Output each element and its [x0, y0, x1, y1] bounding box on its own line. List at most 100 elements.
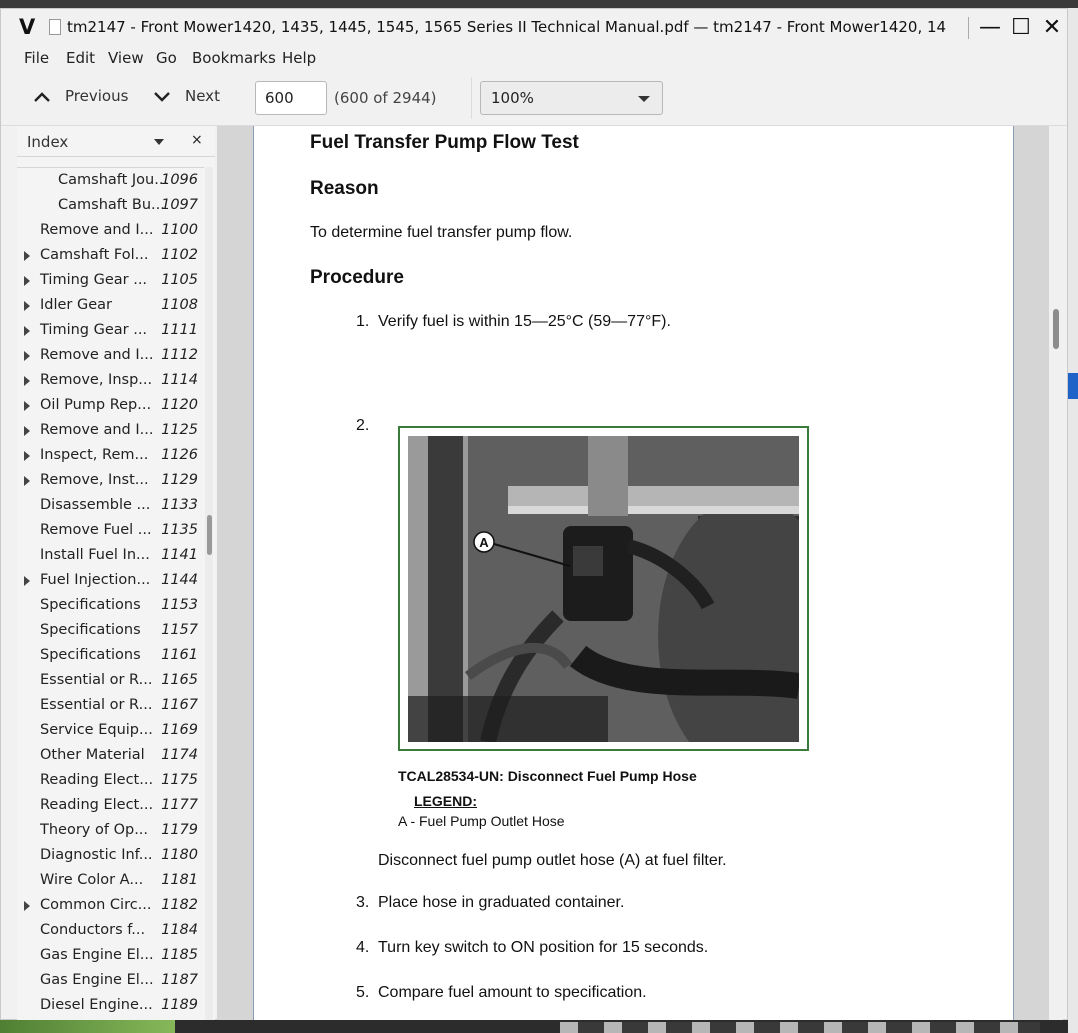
index-item-page: 1108 [161, 297, 198, 313]
fuel-pump-photo: A [408, 436, 799, 742]
index-list-item[interactable]: Fuel Injection... 1144 [17, 568, 204, 593]
index-item-page: 1169 [161, 722, 198, 738]
step-number: 4. [356, 939, 370, 956]
zoom-select[interactable]: 100% [480, 81, 663, 115]
menu-go[interactable]: Go [156, 49, 177, 67]
maximize-button[interactable]: ☐ [1006, 13, 1036, 43]
index-list-item[interactable]: Essential or R... 1165 [17, 668, 204, 693]
index-list-item[interactable]: Reading Elect... 1177 [17, 793, 204, 818]
index-item-page: 1129 [161, 472, 198, 488]
step-text: Compare fuel amount to specification. [378, 984, 647, 1001]
expand-triangle-icon[interactable] [24, 376, 30, 386]
legend-heading: LEGEND: [414, 793, 477, 809]
background-selection-highlight [1068, 373, 1078, 399]
index-list-item[interactable]: Timing Gear ... 1111 [17, 318, 204, 343]
expand-triangle-icon[interactable] [24, 301, 30, 311]
expand-triangle-icon[interactable] [24, 251, 30, 261]
index-list-item[interactable]: Camshaft Jou... 1096 [17, 168, 204, 193]
index-item-label: Timing Gear ... [40, 272, 148, 288]
figure-frame: A [398, 426, 809, 751]
reason-text: To determine fuel transfer pump flow. [310, 224, 573, 241]
index-item-page: 1177 [161, 797, 198, 813]
expand-triangle-icon[interactable] [24, 401, 30, 411]
index-item-page: 1144 [161, 572, 198, 588]
index-list: Camshaft Jou... 1096 Camshaft Bu... 1097 Rem… [17, 167, 204, 1021]
index-item-label: Inspect, Rem... [40, 447, 149, 463]
sidebar-scrollbar-thumb[interactable] [207, 515, 212, 555]
index-list-item[interactable]: Other Material 1174 [17, 743, 204, 768]
index-list-item[interactable]: Camshaft Fol... 1102 [17, 243, 204, 268]
index-list-item[interactable]: Timing Gear ... 1105 [17, 268, 204, 293]
page-count: (600 of 2944) [334, 89, 437, 107]
menu-bookmarks[interactable]: Bookmarks [192, 49, 276, 67]
index-list-item[interactable]: Inspect, Rem... 1126 [17, 443, 204, 468]
expand-triangle-icon[interactable] [24, 351, 30, 361]
index-item-label: Remove and I... [40, 222, 154, 238]
index-list-item[interactable]: Remove Fuel ... 1135 [17, 518, 204, 543]
index-item-page: 1120 [161, 397, 198, 413]
document-scrollbar[interactable] [1049, 126, 1063, 1021]
index-item-label: Essential or R... [40, 697, 153, 713]
index-list-item[interactable]: Gas Engine El... 1187 [17, 968, 204, 993]
index-list-item[interactable]: Essential or R... 1167 [17, 693, 204, 718]
index-list-item[interactable]: Common Circ... 1182 [17, 893, 204, 918]
index-list-item[interactable]: Diesel Engine... 1189 [17, 993, 204, 1018]
index-item-label: Gas Engine El... [40, 947, 154, 963]
expand-triangle-icon[interactable] [24, 451, 30, 461]
index-list-item[interactable]: Diagnostic Inf... 1180 [17, 843, 204, 868]
index-list-item[interactable]: Camshaft Bu... 1097 [17, 193, 204, 218]
expand-triangle-icon[interactable] [24, 901, 30, 911]
close-button[interactable]: ✕ [1037, 13, 1067, 43]
toolbar: Previous Next 600 (600 of 2944) 100% [1, 71, 1067, 126]
index-list-item[interactable]: Specifications 1161 [17, 643, 204, 668]
menu-file[interactable]: File [24, 49, 49, 67]
previous-button[interactable]: Previous [33, 87, 128, 105]
expand-triangle-icon[interactable] [24, 326, 30, 336]
sidebar-scrollbar[interactable] [205, 167, 213, 1021]
index-list-item[interactable]: Install Fuel In... 1141 [17, 543, 204, 568]
expand-triangle-icon[interactable] [24, 426, 30, 436]
sidebar-mode-dropdown-icon[interactable] [154, 139, 164, 145]
step-text: Verify fuel is within 15—25°C (59—77°F). [378, 313, 671, 330]
next-button[interactable]: Next [153, 87, 220, 105]
menu-help[interactable]: Help [282, 49, 316, 67]
index-list-item[interactable]: Idler Gear 1108 [17, 293, 204, 318]
menu-view[interactable]: View [108, 49, 144, 67]
document-scrollbar-thumb[interactable] [1053, 309, 1059, 349]
index-list-item[interactable]: Specifications 1153 [17, 593, 204, 618]
index-item-label: Camshaft Fol... [40, 247, 149, 263]
index-item-page: 1125 [161, 422, 198, 438]
index-list-item[interactable]: Gas Engine El... 1185 [17, 943, 204, 968]
system-tray [560, 1022, 1040, 1033]
expand-triangle-icon[interactable] [24, 276, 30, 286]
index-list-item[interactable]: Remove and I... 1125 [17, 418, 204, 443]
index-list-item[interactable]: Disassemble ... 1133 [17, 493, 204, 518]
index-item-page: 1112 [161, 347, 198, 363]
figure-caption: TCAL28534-UN: Disconnect Fuel Pump Hose [398, 768, 697, 784]
title-bar: V tm2147 - Front Mower1420, 1435, 1445, … [1, 9, 1067, 47]
index-list-item[interactable]: Remove, Insp... 1114 [17, 368, 204, 393]
expand-triangle-icon[interactable] [24, 476, 30, 486]
zoom-value: 100% [491, 89, 534, 107]
index-item-label: Wire Color A... [40, 872, 144, 888]
index-item-label: Remove and I... [40, 347, 154, 363]
index-item-label: Reading Elect... [40, 772, 154, 788]
page-number-input[interactable]: 600 [255, 81, 327, 115]
index-list-item[interactable]: Service Equip... 1169 [17, 718, 204, 743]
index-list-item[interactable]: Remove, Inst... 1129 [17, 468, 204, 493]
sidebar-close-button[interactable]: × [191, 132, 203, 148]
index-list-item[interactable]: Specifications 1157 [17, 618, 204, 643]
index-list-item[interactable]: Oil Pump Rep... 1120 [17, 393, 204, 418]
index-item-page: 1161 [161, 647, 198, 663]
index-item-page: 1126 [161, 447, 198, 463]
fuel-pump-photo-image: A [408, 436, 799, 742]
index-list-item[interactable]: Remove and I... 1112 [17, 343, 204, 368]
minimize-button[interactable]: — [975, 13, 1005, 43]
expand-triangle-icon[interactable] [24, 576, 30, 586]
menu-edit[interactable]: Edit [66, 49, 95, 67]
index-list-item[interactable]: Conductors f... 1184 [17, 918, 204, 943]
index-list-item[interactable]: Reading Elect... 1175 [17, 768, 204, 793]
index-list-item[interactable]: Remove and I... 1100 [17, 218, 204, 243]
index-list-item[interactable]: Wire Color A... 1181 [17, 868, 204, 893]
index-list-item[interactable]: Theory of Op... 1179 [17, 818, 204, 843]
